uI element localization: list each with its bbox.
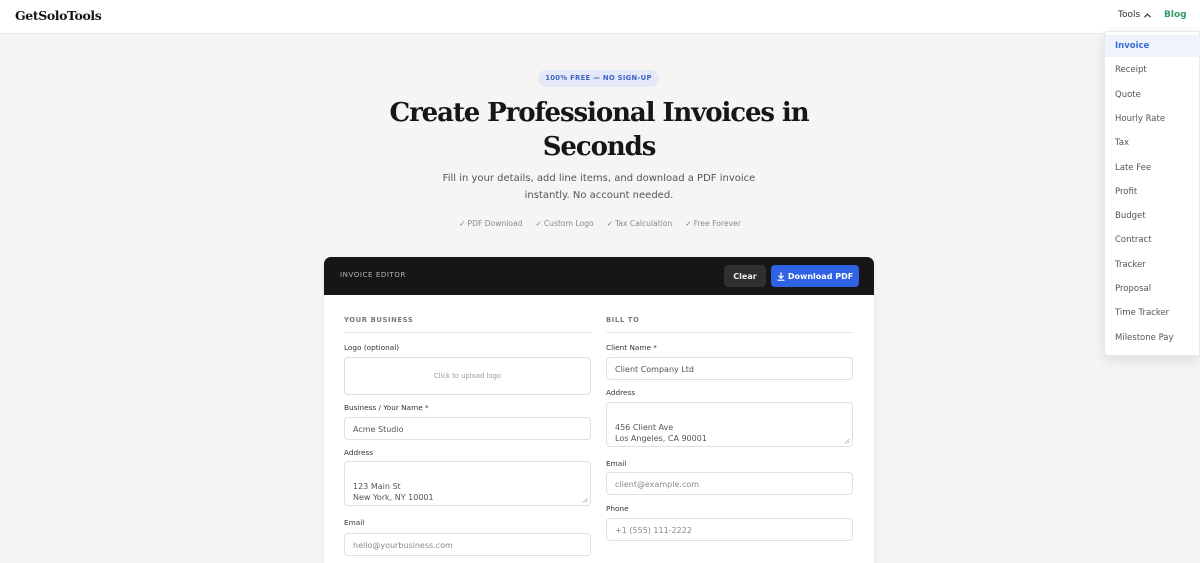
invoice-editor: INVOICE EDITOR Clear Download PDF YOUR B… bbox=[324, 257, 874, 563]
check-icon: ✓ bbox=[606, 219, 613, 228]
tools-menu-toggle[interactable]: Tools bbox=[1118, 10, 1152, 20]
dropdown-item-budget[interactable]: Budget bbox=[1105, 205, 1200, 227]
dropdown-item-contract[interactable]: Contract bbox=[1105, 229, 1200, 251]
hero-subtitle: Fill in your details, add line items, an… bbox=[442, 173, 756, 201]
business-email-input[interactable]: hello@yourbusiness.com bbox=[344, 533, 591, 556]
feature-item: ✓ PDF Download bbox=[459, 219, 523, 228]
resize-grip-icon[interactable] bbox=[582, 497, 588, 503]
business-address-label: Address bbox=[344, 448, 374, 457]
dropdown-item-invoice[interactable]: Invoice bbox=[1105, 35, 1200, 57]
client-email-label: Email bbox=[606, 459, 627, 468]
business-email-label: Email bbox=[344, 518, 365, 527]
clear-button[interactable]: Clear bbox=[724, 265, 766, 287]
business-address-textarea[interactable]: 123 Main St New York, NY 10001 bbox=[344, 461, 591, 506]
blog-link[interactable]: Blog bbox=[1164, 10, 1187, 20]
page-title: Create Professional Invoices in Seconds bbox=[389, 98, 809, 162]
dropdown-item-proposal[interactable]: Proposal bbox=[1105, 278, 1200, 300]
check-icon: ✓ bbox=[535, 219, 542, 228]
free-badge: 100% FREE — NO SIGN-UP bbox=[538, 70, 659, 87]
client-address-label: Address bbox=[606, 388, 636, 397]
dropdown-item-hourly-rate[interactable]: Hourly Rate bbox=[1105, 108, 1200, 130]
editor-header: INVOICE EDITOR Clear Download PDF bbox=[324, 257, 874, 295]
check-icon: ✓ bbox=[685, 219, 692, 228]
resize-grip-icon[interactable] bbox=[844, 438, 850, 444]
tools-dropdown-menu: Invoice Receipt Quote Hourly Rate Tax Late Fe… bbox=[1104, 31, 1200, 356]
dropdown-item-milestone-pay[interactable]: Milestone Pay bbox=[1105, 327, 1200, 349]
feature-item: ✓ Custom Logo bbox=[535, 219, 594, 228]
client-phone-label: Phone bbox=[606, 504, 629, 513]
site-logo[interactable]: GetSoloTools bbox=[15, 8, 102, 23]
editor-label: INVOICE EDITOR bbox=[340, 271, 407, 279]
business-name-label: Business / Your Name * bbox=[344, 403, 429, 412]
top-nav: GetSoloTools Tools Blog bbox=[0, 0, 1200, 34]
feature-item: ✓ Free Forever bbox=[685, 219, 741, 228]
logo-upload-area[interactable]: Click to upload logo bbox=[344, 357, 591, 395]
client-address-textarea[interactable]: 456 Client Ave Los Angeles, CA 90001 bbox=[606, 402, 853, 447]
dropdown-item-late-fee[interactable]: Late Fee bbox=[1105, 157, 1200, 179]
check-icon: ✓ bbox=[459, 219, 466, 228]
client-name-label: Client Name * bbox=[606, 343, 657, 352]
logo-label: Logo (optional) bbox=[344, 343, 400, 352]
business-section-title: YOUR BUSINESS bbox=[344, 316, 591, 333]
download-pdf-button[interactable]: Download PDF bbox=[771, 265, 859, 287]
client-name-input[interactable]: Client Company Ltd bbox=[606, 357, 853, 380]
dropdown-item-tracker[interactable]: Tracker bbox=[1105, 254, 1200, 276]
feature-item: ✓ Tax Calculation bbox=[606, 219, 673, 228]
chevron-up-icon bbox=[1144, 13, 1151, 17]
dropdown-item-quote[interactable]: Quote bbox=[1105, 84, 1200, 106]
dropdown-item-receipt[interactable]: Receipt bbox=[1105, 59, 1200, 81]
feature-list: ✓ PDF Download ✓ Custom Logo ✓ Tax Calculat… bbox=[440, 219, 760, 228]
download-pdf-label: Download PDF bbox=[787, 271, 854, 281]
client-email-input[interactable]: client@example.com bbox=[606, 472, 853, 495]
dropdown-item-profit[interactable]: Profit bbox=[1105, 181, 1200, 203]
business-name-input[interactable]: Acme Studio bbox=[344, 417, 591, 440]
tools-menu-label: Tools bbox=[1118, 10, 1141, 20]
dropdown-item-tax[interactable]: Tax bbox=[1105, 132, 1200, 154]
client-phone-input[interactable]: +1 (555) 111-2222 bbox=[606, 518, 853, 541]
download-icon bbox=[777, 271, 785, 281]
bill-to-section-title: BILL TO bbox=[606, 316, 853, 333]
dropdown-item-time-tracker[interactable]: Time Tracker bbox=[1105, 302, 1200, 324]
